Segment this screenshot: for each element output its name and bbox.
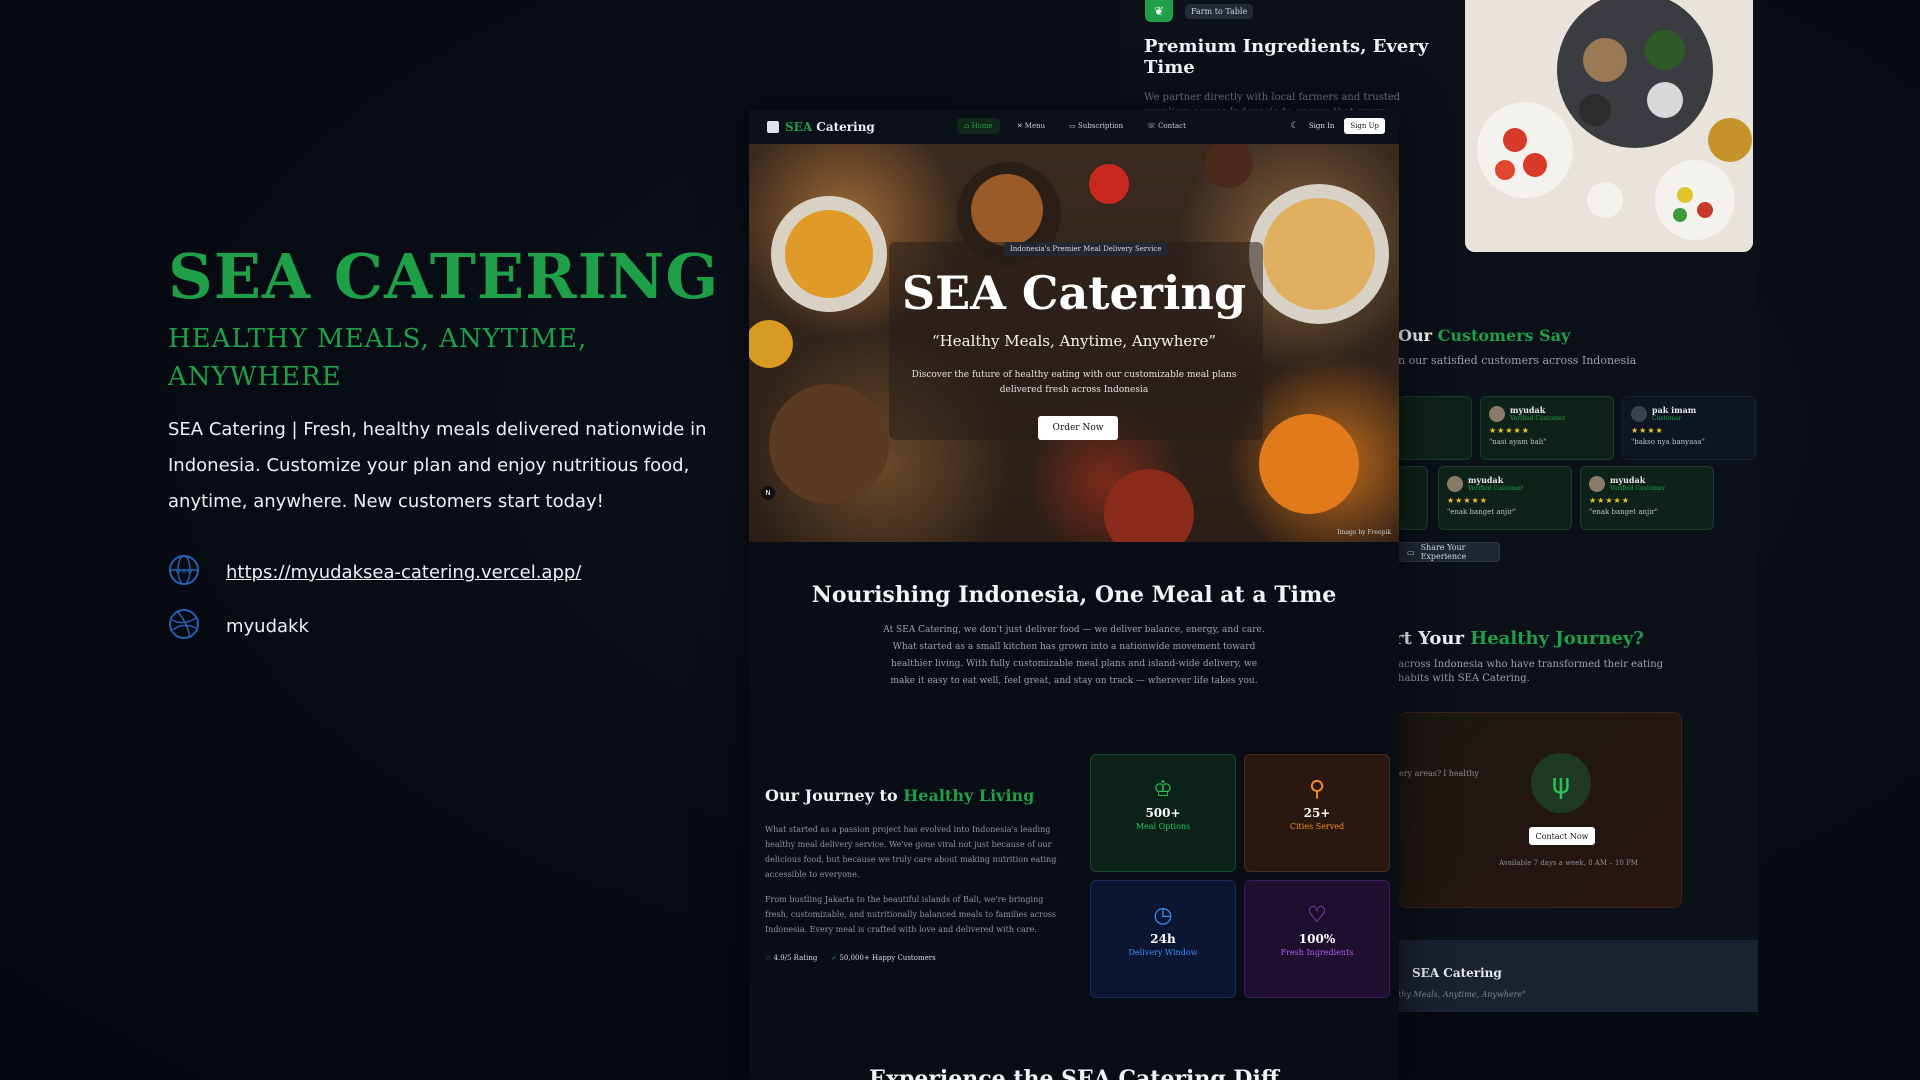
signup-button[interactable]: Sign Up xyxy=(1344,118,1385,134)
brand-description: SEA Catering | Fresh, healthy meals deli… xyxy=(168,419,707,512)
check-circle-icon: ✓ xyxy=(831,954,838,962)
footer-strip: SEA Catering thy Meals, Anytime, Anywher… xyxy=(1398,940,1758,1012)
avatar xyxy=(1631,405,1647,422)
avatar xyxy=(1589,475,1605,492)
hero-tagline: “Healthy Meals, Anytime, Anywhere” xyxy=(932,332,1216,350)
farm-pill: Farm to Table xyxy=(1185,3,1254,19)
clock-icon: ◷ xyxy=(1153,903,1173,928)
stat-card-fresh: ♡ 100% Fresh Ingredients xyxy=(1244,880,1390,998)
dribbble-icon xyxy=(168,608,200,645)
rating-stars: ★★★★★ xyxy=(1489,426,1530,435)
map-pin-icon: ⚲ xyxy=(1308,777,1326,802)
website-link[interactable]: https://myudaksea-catering.vercel.app/ xyxy=(226,562,581,583)
globe-icon: www xyxy=(168,554,200,591)
journey-title: Our Journey to Healthy Living xyxy=(765,786,1035,805)
brand-subtitle: HEALTHY MEALS, ANYTIME, ANYWHERE xyxy=(168,324,588,392)
contact-now-button[interactable]: Contact Now xyxy=(1529,827,1595,845)
nav-menu[interactable]: ✕ Menu xyxy=(1010,118,1052,134)
cta-title: rt Your Healthy Journey? xyxy=(1394,628,1644,649)
ingredients-photo xyxy=(1465,0,1753,252)
review-card: pak imam Customer ★★★★ "bakso nya banyaaa… xyxy=(1622,396,1756,460)
stat-card-meals: ♔ 500+ Meal Options xyxy=(1090,754,1236,872)
heart-icon: ♡ xyxy=(1307,903,1327,928)
navbar: SEA Catering ⌂ Home ✕ Menu ▭ Subscriptio… xyxy=(749,110,1399,144)
review-card: myudak Verified Customer ★★★★★ "nasi ayam… xyxy=(1480,396,1614,460)
site-logo[interactable]: SEA Catering xyxy=(767,120,875,134)
section-title-difference: Experience the SEA Catering Diff xyxy=(869,1066,1279,1080)
footer-tagline: thy Meals, Anytime, Anywhere" xyxy=(1398,990,1526,999)
hero-title: SEA Catering xyxy=(901,266,1247,320)
journey-paragraph-2: From bustling Jakarta to the beautiful i… xyxy=(765,895,1057,934)
premium-title: Premium Ingredients, Every Time xyxy=(1144,36,1429,78)
n-badge-icon[interactable]: N xyxy=(761,486,775,500)
dribbble-handle[interactable]: myudakk xyxy=(226,616,309,637)
avatar xyxy=(1489,405,1505,422)
stat-card-cities: ⚲ 25+ Cities Served xyxy=(1244,754,1390,872)
contact-card: ery areas? l healthy ψ Contact Now Avail… xyxy=(1398,712,1682,908)
hero-description: Discover the future of healthy eating wi… xyxy=(911,370,1237,395)
chef-hat-icon xyxy=(767,121,779,133)
journey-paragraph-1: What started as a passion project has ev… xyxy=(765,825,1057,879)
footer-name: SEA Catering xyxy=(1412,966,1502,980)
image-credit[interactable]: Image by Freepik xyxy=(1337,529,1391,536)
website-row: www https://myudaksea-catering.vercel.ap… xyxy=(168,554,581,591)
rating-stars: ★★★★★ xyxy=(1589,496,1630,505)
avatar xyxy=(1447,475,1463,492)
nav-actions: ☾ Sign In Sign Up xyxy=(1291,118,1385,134)
contact-question: ery areas? l healthy xyxy=(1399,769,1479,778)
leaf-icon: ❦ xyxy=(1145,0,1173,22)
share-experience-button[interactable]: ▭ Share Your Experience xyxy=(1398,542,1500,562)
journey-meta: ☆ 4.9/5 Rating ✓ 50,000+ Happy Customers xyxy=(765,954,936,962)
nav-home[interactable]: ⌂ Home xyxy=(957,118,1000,134)
hero-pill: Indonesia's Premier Meal Delivery Servic… xyxy=(1004,242,1168,256)
moon-icon[interactable]: ☾ xyxy=(1291,121,1299,131)
testimonials-subtitle: n our satisfied customers across Indones… xyxy=(1398,354,1637,367)
about-title: Nourishing Indonesia, One Meal at a Time xyxy=(811,582,1337,608)
main-screenshot: SEA Catering ⌂ Home ✕ Menu ▭ Subscriptio… xyxy=(749,110,1399,1080)
star-icon: ☆ xyxy=(765,954,772,962)
nav-links: ⌂ Home ✕ Menu ▭ Subscription ☏ Contact xyxy=(957,118,1193,134)
farm-badge: ❦ Farm to Table xyxy=(1145,0,1254,22)
hero-section: Indonesia's Premier Meal Delivery Servic… xyxy=(749,144,1399,542)
svg-text:www: www xyxy=(175,567,192,575)
about-text: At SEA Catering, we don't just deliver f… xyxy=(883,625,1265,686)
review-card: myudak Verified Customer ★★★★★ "enak bang… xyxy=(1438,466,1572,530)
nav-contact[interactable]: ☏ Contact xyxy=(1140,118,1193,134)
brand-title: SEA CATERING xyxy=(168,240,720,313)
order-now-button[interactable]: Order Now xyxy=(1038,416,1118,440)
nav-subscription[interactable]: ▭ Subscription xyxy=(1062,118,1130,134)
review-card-partial xyxy=(1398,396,1472,460)
chat-icon: ▭ xyxy=(1407,547,1415,557)
signin-link[interactable]: Sign In xyxy=(1309,122,1335,130)
availability-text: Available 7 days a week, 8 AM – 10 PM xyxy=(1499,859,1638,867)
dribbble-row: myudakk xyxy=(168,608,309,645)
utensils-icon: ψ xyxy=(1531,753,1591,813)
stat-card-delivery: ◷ 24h Delivery Window xyxy=(1090,880,1236,998)
review-card-partial xyxy=(1398,466,1428,530)
chef-hat-icon: ♔ xyxy=(1153,777,1173,802)
testimonials-title: Our Customers Say xyxy=(1398,326,1571,345)
cta-subtitle: across Indonesia who have transformed th… xyxy=(1398,659,1664,684)
rating-stars: ★★★★★ xyxy=(1447,496,1488,505)
rating-stars: ★★★★ xyxy=(1631,426,1664,435)
review-card: myudak Verified Customer ★★★★★ "enak bang… xyxy=(1580,466,1714,530)
